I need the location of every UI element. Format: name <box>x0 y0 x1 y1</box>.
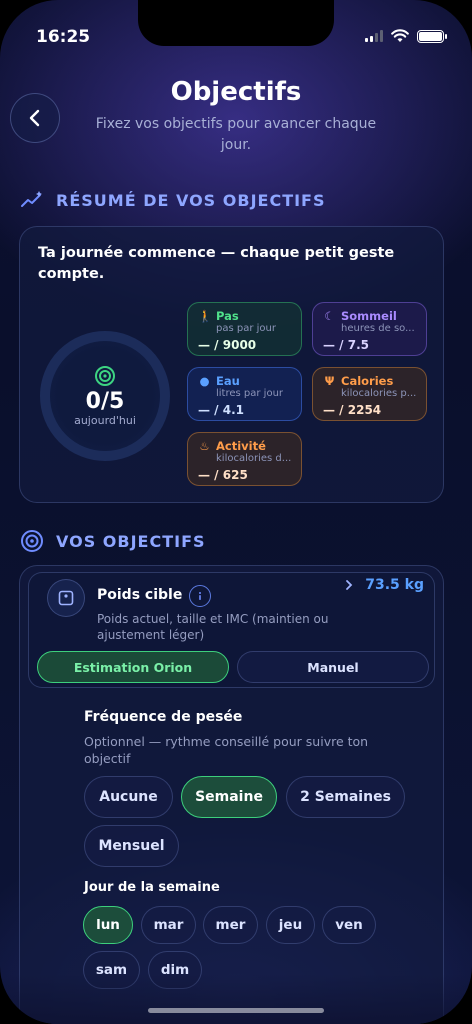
goal-value: — / 625 <box>198 468 248 482</box>
goals-section-title: VOS OBJECTIFS <box>56 531 206 551</box>
summary-section-header: RÉSUMÉ DE VOS OBJECTIFS <box>20 190 326 210</box>
weight-goal-title: Poids cible <box>97 587 183 603</box>
progress-ring: 0/5 aujourd'hui <box>40 331 170 461</box>
wifi-icon <box>391 29 409 42</box>
ring-label: aujourd'hui <box>74 414 136 427</box>
goal-chip-activity[interactable]: ♨ Activité kilocalories d... — / 625 <box>187 432 302 486</box>
goal-name: Eau <box>216 374 240 388</box>
page-title: Objectifs <box>170 77 302 107</box>
goal-value: — / 7.5 <box>323 338 369 352</box>
utensils-icon: Ψ <box>324 374 335 388</box>
goal-name: Activité <box>216 439 266 453</box>
home-indicator[interactable] <box>148 1008 324 1013</box>
walk-icon: 🚶 <box>198 309 213 323</box>
goals-card: Poids cible 73.5 kg Poids actuel, taille… <box>19 565 444 1024</box>
drop-icon: ● <box>199 374 210 388</box>
frequency-option-none[interactable]: Aucune <box>84 776 173 818</box>
phone-screen: 16:25 Objectifs Fixez vos objectifs pour… <box>0 0 472 1024</box>
target-icon <box>21 530 43 552</box>
target-icon <box>95 366 115 386</box>
goal-value: — / 4.1 <box>198 403 244 417</box>
page-subtitle: Fixez vos objectifs pour avancer chaque … <box>95 116 377 153</box>
goal-sub: heures de so... <box>341 323 415 334</box>
weight-goal-description: Poids actuel, taille et IMC (maintien ou… <box>97 612 329 642</box>
flame-icon: ♨ <box>199 439 210 453</box>
weight-goal-panel: Poids cible 73.5 kg Poids actuel, taille… <box>28 572 435 688</box>
status-icons <box>365 29 447 43</box>
frequency-option-monthly[interactable]: Mensuel <box>84 825 179 867</box>
goal-name: Calories <box>341 374 394 388</box>
goal-sub: kilocalories d... <box>216 453 292 464</box>
goal-value: — / 2254 <box>323 403 382 417</box>
frequency-title: Fréquence de pesée <box>84 709 243 725</box>
goal-chip-sleep[interactable]: ☾ Sommeil heures de so... — / 7.5 <box>312 302 427 356</box>
battery-icon <box>417 29 447 43</box>
mode-orion-button[interactable]: Estimation Orion <box>37 651 229 683</box>
chevron-right-icon <box>346 580 353 590</box>
day-mar[interactable]: mar <box>141 906 196 944</box>
goal-chip-calories[interactable]: Ψ Calories kilocalories p... — / 2254 <box>312 367 427 421</box>
summary-tagline: Ta journée commence — chaque petit geste… <box>38 245 395 282</box>
info-icon[interactable] <box>189 585 211 607</box>
frequency-description: Optionnel — rythme conseillé pour suivre… <box>84 734 369 766</box>
trend-sparkle-icon <box>21 191 42 207</box>
day-lun[interactable]: lun <box>83 906 133 944</box>
ring-value: 0/5 <box>85 389 125 414</box>
goal-value: — / 9000 <box>198 338 257 352</box>
summary-card: Ta journée commence — chaque petit geste… <box>19 226 444 503</box>
summary-section-title: RÉSUMÉ DE VOS OBJECTIFS <box>56 190 326 210</box>
day-ven[interactable]: ven <box>322 906 376 944</box>
goal-sub: kilocalories p... <box>341 388 417 399</box>
weekday-title: Jour de la semaine <box>84 880 220 895</box>
cellular-signal-icon <box>365 30 383 42</box>
goal-chip-steps[interactable]: 🚶 Pas pas par jour — / 9000 <box>187 302 302 356</box>
day-jeu[interactable]: jeu <box>266 906 315 944</box>
goal-name: Sommeil <box>341 309 397 323</box>
moon-icon: ☾ <box>324 309 335 323</box>
goal-name: Pas <box>216 309 239 323</box>
goal-sub: litres par jour <box>216 388 284 399</box>
goal-sub: pas par jour <box>216 323 276 334</box>
weight-goal-value: 73.5 kg <box>365 577 424 593</box>
frequency-option-week[interactable]: Semaine <box>181 776 277 818</box>
goals-section-header: VOS OBJECTIFS <box>20 529 206 553</box>
weight-goal-value-button[interactable]: 73.5 kg <box>345 577 424 593</box>
mode-manual-button[interactable]: Manuel <box>237 651 429 683</box>
frequency-option-two-weeks[interactable]: 2 Semaines <box>286 776 405 818</box>
scale-icon <box>47 579 85 617</box>
status-time: 16:25 <box>36 27 91 47</box>
camera-notch <box>138 0 334 46</box>
day-mer[interactable]: mer <box>203 906 258 944</box>
bottom-fade <box>0 974 472 1024</box>
chevron-left-icon <box>29 109 40 127</box>
status-bar: 16:25 <box>0 0 472 50</box>
goal-chip-water[interactable]: ● Eau litres par jour — / 4.1 <box>187 367 302 421</box>
